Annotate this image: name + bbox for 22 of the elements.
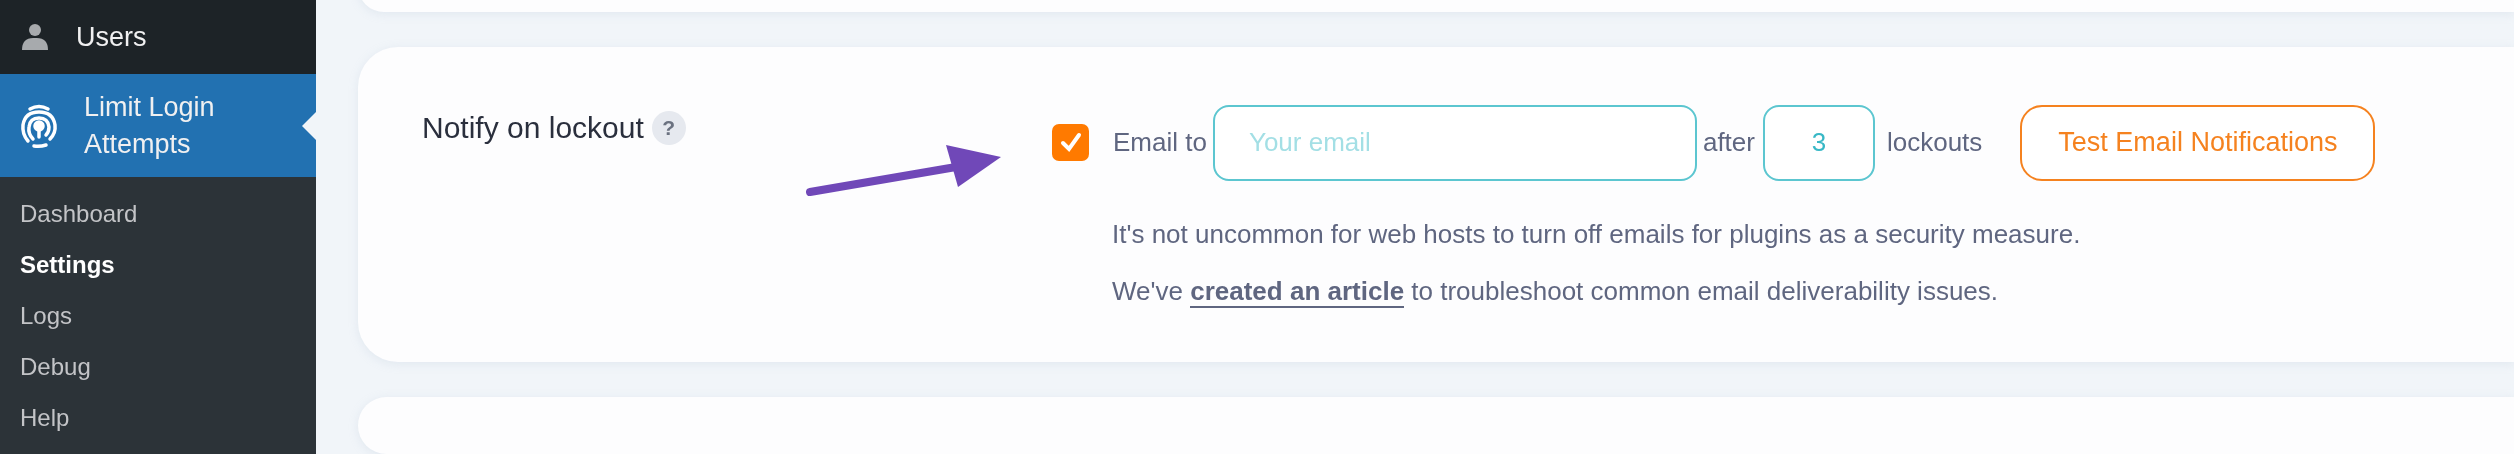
email-field[interactable]: Your email xyxy=(1212,104,1697,181)
article-link[interactable]: created an article xyxy=(1190,275,1405,308)
submenu-item[interactable]: Logs xyxy=(0,291,316,342)
menu-label: Users xyxy=(76,20,148,54)
submenu-item[interactable]: Settings xyxy=(0,240,316,291)
after-label: after xyxy=(1702,127,1755,159)
help-note: It's not uncommon for web hosts to turn off emails for plugins as a security measure. xyxy=(1112,218,2082,250)
current-pointer-icon xyxy=(302,111,316,140)
checkmark-icon xyxy=(1059,131,1082,154)
help-icon[interactable]: ? xyxy=(651,110,686,145)
user-icon xyxy=(20,22,50,52)
submenu-item[interactable]: Help xyxy=(0,393,316,444)
submenu-item[interactable]: Dashboard xyxy=(0,189,316,240)
checkbox-label: Email to xyxy=(1113,127,1207,159)
lockouts-label: lockouts xyxy=(1886,127,1983,159)
sidebar-menu-item[interactable]: Limit Login Attempts xyxy=(0,74,316,177)
sidebar-menu-item[interactable]: Users xyxy=(0,0,316,74)
submenu-item[interactable]: Debug xyxy=(0,342,316,393)
menu-label: Limit Login Attempts xyxy=(84,91,216,161)
setting-label: Notify on lockout xyxy=(422,110,644,145)
help-note: We've created an article to troubleshoot common email deliverability issues. xyxy=(1112,275,2000,307)
checkbox[interactable] xyxy=(1052,124,1089,162)
